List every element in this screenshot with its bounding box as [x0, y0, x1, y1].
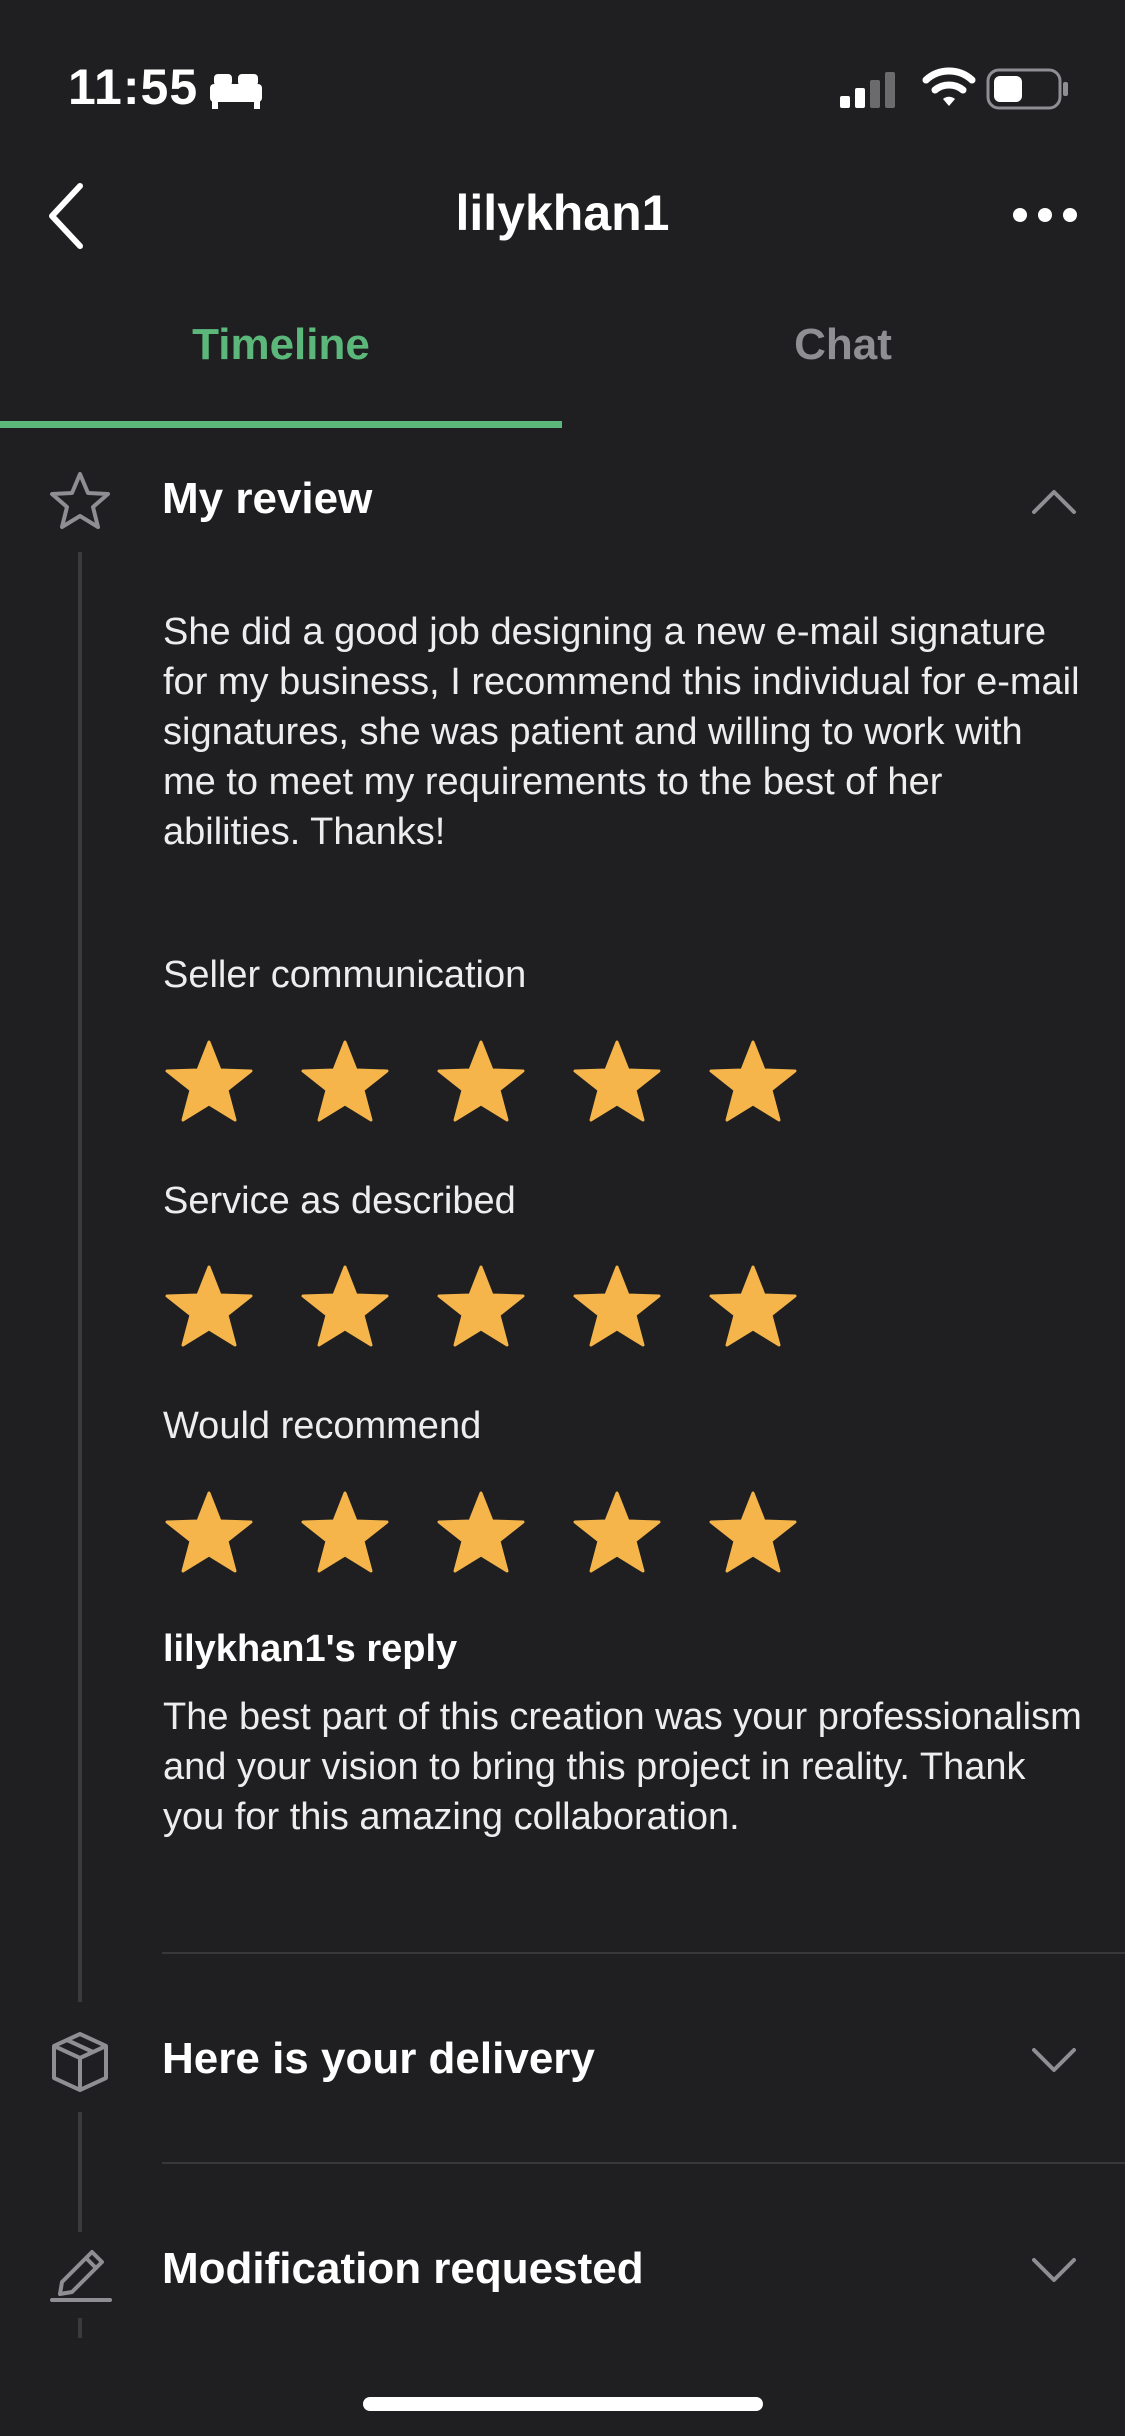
chevron-down-icon[interactable]	[1030, 2256, 1078, 2286]
chevron-up-icon[interactable]	[1030, 486, 1078, 516]
rating-label-would-recommend: Would recommend	[163, 1405, 482, 1447]
star-filled-icon	[573, 1040, 661, 1122]
star-filled-icon	[301, 1040, 389, 1122]
cellular-signal-icon	[840, 72, 895, 108]
battery-icon	[986, 68, 1068, 110]
rating-label-service-as-described: Service as described	[163, 1180, 516, 1222]
timeline-line	[78, 552, 82, 2002]
home-indicator[interactable]	[363, 2397, 763, 2411]
modification-section-title[interactable]: Modification requested	[162, 2244, 644, 2294]
bed-icon	[210, 74, 262, 109]
star-filled-icon	[301, 1265, 389, 1347]
more-options-icon[interactable]	[1010, 200, 1080, 230]
reply-text: The best part of this creation was your …	[163, 1696, 1082, 1838]
star-filled-icon	[437, 1491, 525, 1573]
timeline-line	[78, 2112, 82, 2232]
tab-timeline[interactable]: Timeline	[0, 320, 562, 384]
status-time: 11:55	[68, 59, 199, 115]
timeline-line	[78, 2318, 82, 2338]
star-filled-icon	[573, 1265, 661, 1347]
star-filled-icon	[709, 1040, 797, 1122]
page-title: lilykhan1	[455, 185, 670, 241]
review-text: She did a good job designing a new e-mai…	[163, 611, 1080, 853]
active-tab-indicator	[0, 421, 562, 428]
chevron-down-icon[interactable]	[1030, 2046, 1078, 2076]
star-filled-icon	[165, 1265, 253, 1347]
delivery-section-title[interactable]: Here is your delivery	[162, 2034, 595, 2084]
rating-stars-would-recommend	[163, 1489, 799, 1577]
star-filled-icon	[165, 1491, 253, 1573]
divider	[162, 2162, 1125, 2164]
reply-title: lilykhan1's reply	[163, 1628, 458, 1670]
tab-chat[interactable]: Chat	[562, 320, 1124, 384]
star-filled-icon	[301, 1491, 389, 1573]
star-filled-icon	[165, 1040, 253, 1122]
star-filled-icon	[573, 1491, 661, 1573]
my-review-title: My review	[162, 474, 373, 523]
star-filled-icon	[709, 1265, 797, 1347]
box-icon	[52, 2032, 108, 2092]
star-outline-icon	[50, 472, 110, 529]
star-filled-icon	[437, 1040, 525, 1122]
star-filled-icon	[709, 1491, 797, 1573]
pencil-icon	[50, 2250, 112, 2302]
rating-label-seller-communication: Seller communication	[163, 954, 527, 996]
rating-stars-service-as-described	[163, 1263, 799, 1351]
star-filled-icon	[437, 1265, 525, 1347]
divider	[162, 1952, 1125, 1954]
wifi-icon	[922, 67, 976, 106]
rating-stars-seller-communication	[163, 1038, 799, 1126]
